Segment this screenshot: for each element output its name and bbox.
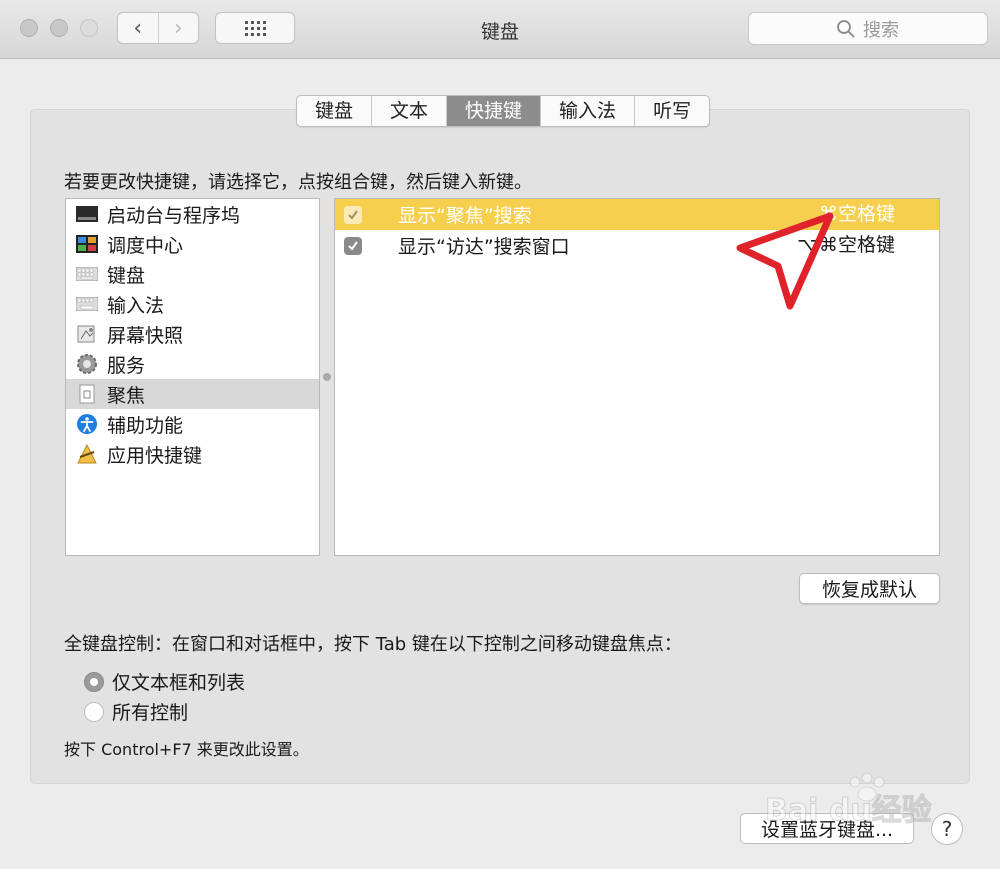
category-item-mission-control[interactable]: 调度中心 xyxy=(66,229,319,259)
tab-shortcuts[interactable]: 快捷键 xyxy=(447,96,542,126)
category-item-services[interactable]: 服务 xyxy=(66,349,319,379)
shortcut-row-finder-search[interactable]: 显示“访达”搜索窗口 ⌥⌘空格键 xyxy=(335,230,939,261)
search-field[interactable]: 搜索 xyxy=(748,12,988,45)
category-item-screenshots[interactable]: 屏幕快照 xyxy=(66,319,319,349)
full-keyboard-control-label: 全键盘控制：在窗口和对话框中，按下 Tab 键在以下控制之间移动键盘焦点： xyxy=(64,634,682,655)
shortcut-checkbox[interactable] xyxy=(344,205,362,224)
baidu-watermark-logo: Bai du经验 xyxy=(765,770,965,830)
category-label: 聚焦 xyxy=(107,384,146,407)
tab-dictation[interactable]: 听写 xyxy=(635,96,709,126)
category-item-app-shortcuts[interactable]: 应用快捷键 xyxy=(66,439,319,469)
shortcut-row-spotlight-search[interactable]: 显示“聚焦”搜索 ⌘空格键 xyxy=(335,199,939,230)
category-label: 调度中心 xyxy=(107,234,184,257)
restore-defaults-button[interactable]: 恢复成默认 xyxy=(799,573,940,604)
category-item-launchpad-dock[interactable]: 启动台与程序坞 xyxy=(66,199,319,229)
radio-label: 仅文本框和列表 xyxy=(112,672,246,694)
accessibility-icon xyxy=(76,413,98,435)
category-item-keyboard[interactable]: 键盘 xyxy=(66,259,319,289)
instruction-text: 若要更改快捷键，请选择它，点按组合键，然后键入新键。 xyxy=(64,172,532,193)
tab-input-sources[interactable]: 输入法 xyxy=(541,96,636,126)
radio-button[interactable] xyxy=(84,671,104,692)
category-item-input-sources[interactable]: 输入法 xyxy=(66,289,319,319)
annotation-arrow-icon xyxy=(736,212,834,310)
checkmark-icon xyxy=(348,209,358,220)
radio-all-controls[interactable]: 所有控制 xyxy=(84,698,188,725)
split-view-divider[interactable] xyxy=(323,373,331,381)
shortcut-label: 显示“访达”搜索窗口 xyxy=(398,236,570,258)
input-source-icon xyxy=(76,293,98,315)
category-item-spotlight[interactable]: 聚焦 xyxy=(66,379,319,409)
hint-text: 按下 Control+F7 来更改此设置。 xyxy=(64,740,309,759)
category-label: 应用快捷键 xyxy=(107,444,203,467)
category-item-accessibility[interactable]: 辅助功能 xyxy=(66,409,319,439)
spotlight-icon xyxy=(76,383,98,405)
tab-bar: 键盘 文本 快捷键 输入法 听写 xyxy=(296,95,711,127)
services-gear-icon xyxy=(76,353,98,375)
category-list[interactable]: 启动台与程序坞 调度中心 键盘 输入法 屏幕快照 服务 聚焦 辅助功能 应用快捷… xyxy=(65,198,320,556)
category-label: 服务 xyxy=(107,354,146,377)
radio-text-boxes-lists[interactable]: 仅文本框和列表 xyxy=(84,668,245,695)
checkmark-icon xyxy=(348,240,358,251)
radio-label: 所有控制 xyxy=(112,702,189,724)
app-shortcuts-icon xyxy=(76,443,98,465)
tab-keyboard[interactable]: 键盘 xyxy=(297,96,373,126)
search-icon xyxy=(837,19,855,38)
tab-text[interactable]: 文本 xyxy=(372,96,448,126)
category-label: 辅助功能 xyxy=(107,414,184,437)
keyboard-preferences-window: ‹ › 键盘 搜索 键盘 文本 快捷键 输入法 听写 若要更改快捷键，请选择它，… xyxy=(0,0,1000,869)
launchpad-dock-icon xyxy=(76,203,98,225)
mission-control-icon xyxy=(76,233,98,255)
title-bar: ‹ › 键盘 搜索 xyxy=(0,0,1000,59)
shortcut-list[interactable]: 显示“聚焦”搜索 ⌘空格键 显示“访达”搜索窗口 ⌥⌘空格键 xyxy=(334,198,940,556)
shortcut-checkbox[interactable] xyxy=(344,236,362,255)
shortcut-label: 显示“聚焦”搜索 xyxy=(398,205,532,227)
radio-button[interactable] xyxy=(84,701,104,722)
category-label: 输入法 xyxy=(107,294,165,317)
search-placeholder: 搜索 xyxy=(863,19,899,41)
category-label: 屏幕快照 xyxy=(107,324,184,347)
svg-text:Bai du经验: Bai du经验 xyxy=(765,793,932,828)
screenshot-icon xyxy=(76,323,98,345)
category-label: 键盘 xyxy=(107,264,146,287)
category-label: 启动台与程序坞 xyxy=(107,204,241,227)
keyboard-icon xyxy=(76,263,98,285)
